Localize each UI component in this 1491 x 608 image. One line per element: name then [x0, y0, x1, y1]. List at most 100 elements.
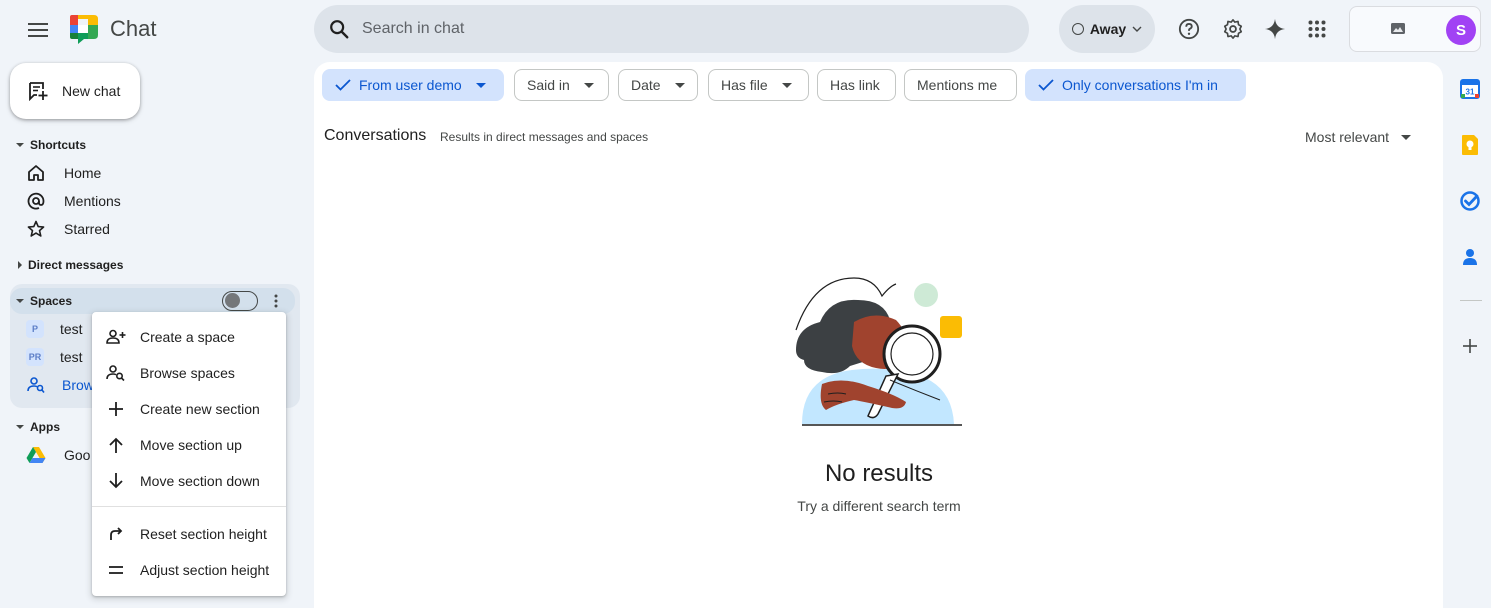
calendar-icon: 31: [1460, 79, 1480, 99]
space-item[interactable]: PR test: [26, 343, 83, 371]
browse-spaces-label: Brow: [62, 377, 94, 393]
filter-chip-mentions-me[interactable]: Mentions me: [904, 69, 1017, 101]
menu-item-move-section-up[interactable]: Move section up: [92, 427, 286, 463]
new-chat-icon: [29, 82, 48, 101]
menu-item-label: Adjust section height: [140, 562, 270, 578]
caret-down-icon: [16, 425, 24, 429]
tasks-app-button[interactable]: [1458, 189, 1482, 213]
filter-chip-label: Only conversations I'm in: [1062, 77, 1218, 93]
filter-chip-label: Has file: [721, 77, 768, 93]
search-bar[interactable]: [314, 5, 1029, 53]
shortcuts-section-header[interactable]: Shortcuts: [16, 138, 86, 152]
spaces-more-options-button[interactable]: [267, 292, 285, 310]
keep-app-button[interactable]: [1458, 133, 1482, 157]
caret-right-icon: [18, 261, 22, 269]
settings-button[interactable]: [1213, 9, 1253, 49]
menu-item-label: Reset section height: [140, 526, 267, 542]
menu-item-move-section-down[interactable]: Move section down: [92, 463, 286, 499]
filter-chip-only-my-conversations[interactable]: Only conversations I'm in: [1025, 69, 1246, 101]
menu-item-create-space[interactable]: Create a space: [92, 319, 286, 355]
contacts-app-button[interactable]: [1458, 245, 1482, 269]
star-icon: [26, 219, 46, 239]
space-avatar: PR: [26, 348, 44, 366]
caret-down-icon: [16, 143, 24, 147]
filter-chip-label: Has link: [830, 77, 880, 93]
caret-down-icon: [16, 299, 24, 303]
sidebar-item-label: Starred: [64, 221, 110, 237]
menu-divider: [92, 506, 286, 507]
apps-section-header[interactable]: Apps: [16, 420, 60, 434]
google-apps-button[interactable]: [1297, 9, 1337, 49]
at-icon: [26, 191, 46, 211]
filter-chip-has-file[interactable]: Has file: [708, 69, 809, 101]
sidebar-item-home[interactable]: Home: [26, 159, 101, 187]
home-icon: [26, 163, 46, 183]
arrow-down-icon: [92, 473, 140, 489]
account-switcher[interactable]: S: [1349, 6, 1481, 52]
menu-item-reset-section-height[interactable]: Reset section height: [92, 516, 286, 552]
new-chat-label: New chat: [62, 83, 121, 99]
apps-heading: Apps: [30, 420, 60, 434]
search-input[interactable]: [362, 20, 962, 38]
gemini-button[interactable]: [1255, 9, 1295, 49]
status-dropdown[interactable]: Away: [1059, 5, 1155, 53]
sidebar-item-mentions[interactable]: Mentions: [26, 187, 121, 215]
gear-icon: [1223, 19, 1243, 39]
sidebar-item-label: Home: [64, 165, 102, 181]
filter-chip-has-link[interactable]: Has link: [817, 69, 896, 101]
browse-spaces-icon: [26, 375, 46, 395]
reset-icon: [92, 527, 140, 541]
avatar[interactable]: S: [1446, 15, 1476, 45]
browse-spaces-link[interactable]: Brow: [26, 371, 94, 399]
keep-icon: [1462, 135, 1478, 155]
filter-chip-label: From user demo: [359, 77, 462, 93]
filter-chip-date[interactable]: Date: [618, 69, 698, 101]
sort-dropdown[interactable]: Most relevant: [1305, 129, 1412, 145]
status-label: Away: [1089, 21, 1127, 37]
main-menu-button[interactable]: [20, 12, 56, 48]
menu-item-label: Create a space: [140, 329, 235, 345]
results-title: Conversations: [324, 127, 427, 144]
tasks-icon: [1460, 191, 1480, 211]
help-button[interactable]: [1169, 9, 1209, 49]
space-item[interactable]: P test: [26, 315, 83, 343]
new-chat-button[interactable]: New chat: [10, 63, 140, 119]
direct-messages-section-header[interactable]: Direct messages: [16, 258, 123, 272]
menu-item-label: Create new section: [140, 401, 260, 417]
browse-spaces-icon: [92, 364, 140, 382]
plus-icon: [1463, 339, 1477, 353]
help-icon: [1178, 18, 1200, 40]
empty-state-title: No results: [824, 460, 934, 487]
arrow-up-icon: [92, 437, 140, 453]
menu-item-adjust-section-height[interactable]: Adjust section height: [92, 552, 286, 588]
app-item-label: Goo: [64, 447, 91, 463]
apps-grid-icon: [1308, 20, 1326, 38]
check-icon: [335, 79, 351, 91]
app-item-google-drive[interactable]: Goo: [26, 441, 90, 469]
create-space-icon: [92, 329, 140, 345]
spaces-section-header[interactable]: Spaces: [16, 294, 72, 308]
spaces-heading: Spaces: [30, 294, 73, 308]
menu-item-create-new-section[interactable]: Create new section: [92, 391, 286, 427]
check-icon: [1038, 79, 1054, 91]
chat-logo-icon[interactable]: [68, 13, 100, 45]
spaces-context-menu: Create a space Browse spaces Create new …: [92, 312, 286, 596]
sidebar-item-starred[interactable]: Starred: [26, 215, 110, 243]
plus-icon: [92, 402, 140, 416]
direct-messages-heading: Direct messages: [28, 258, 124, 272]
shortcuts-heading: Shortcuts: [30, 138, 87, 152]
menu-item-browse-spaces[interactable]: Browse spaces: [92, 355, 286, 391]
space-item-label: test: [60, 349, 83, 365]
spaces-toggle[interactable]: [222, 291, 258, 311]
organization-logo-icon: [1390, 20, 1406, 36]
filter-chip-from[interactable]: From user demo: [322, 69, 504, 101]
space-item-label: test: [60, 321, 83, 337]
toggle-knob: [225, 293, 240, 308]
calendar-app-button[interactable]: 31: [1458, 77, 1482, 101]
hamburger-icon: [28, 23, 48, 37]
empty-state-subtitle: Try a different search term: [797, 498, 961, 514]
equals-icon: [92, 566, 140, 574]
get-addons-button[interactable]: [1458, 334, 1482, 358]
filter-chip-said-in[interactable]: Said in: [514, 69, 609, 101]
away-status-icon: [1071, 23, 1084, 35]
